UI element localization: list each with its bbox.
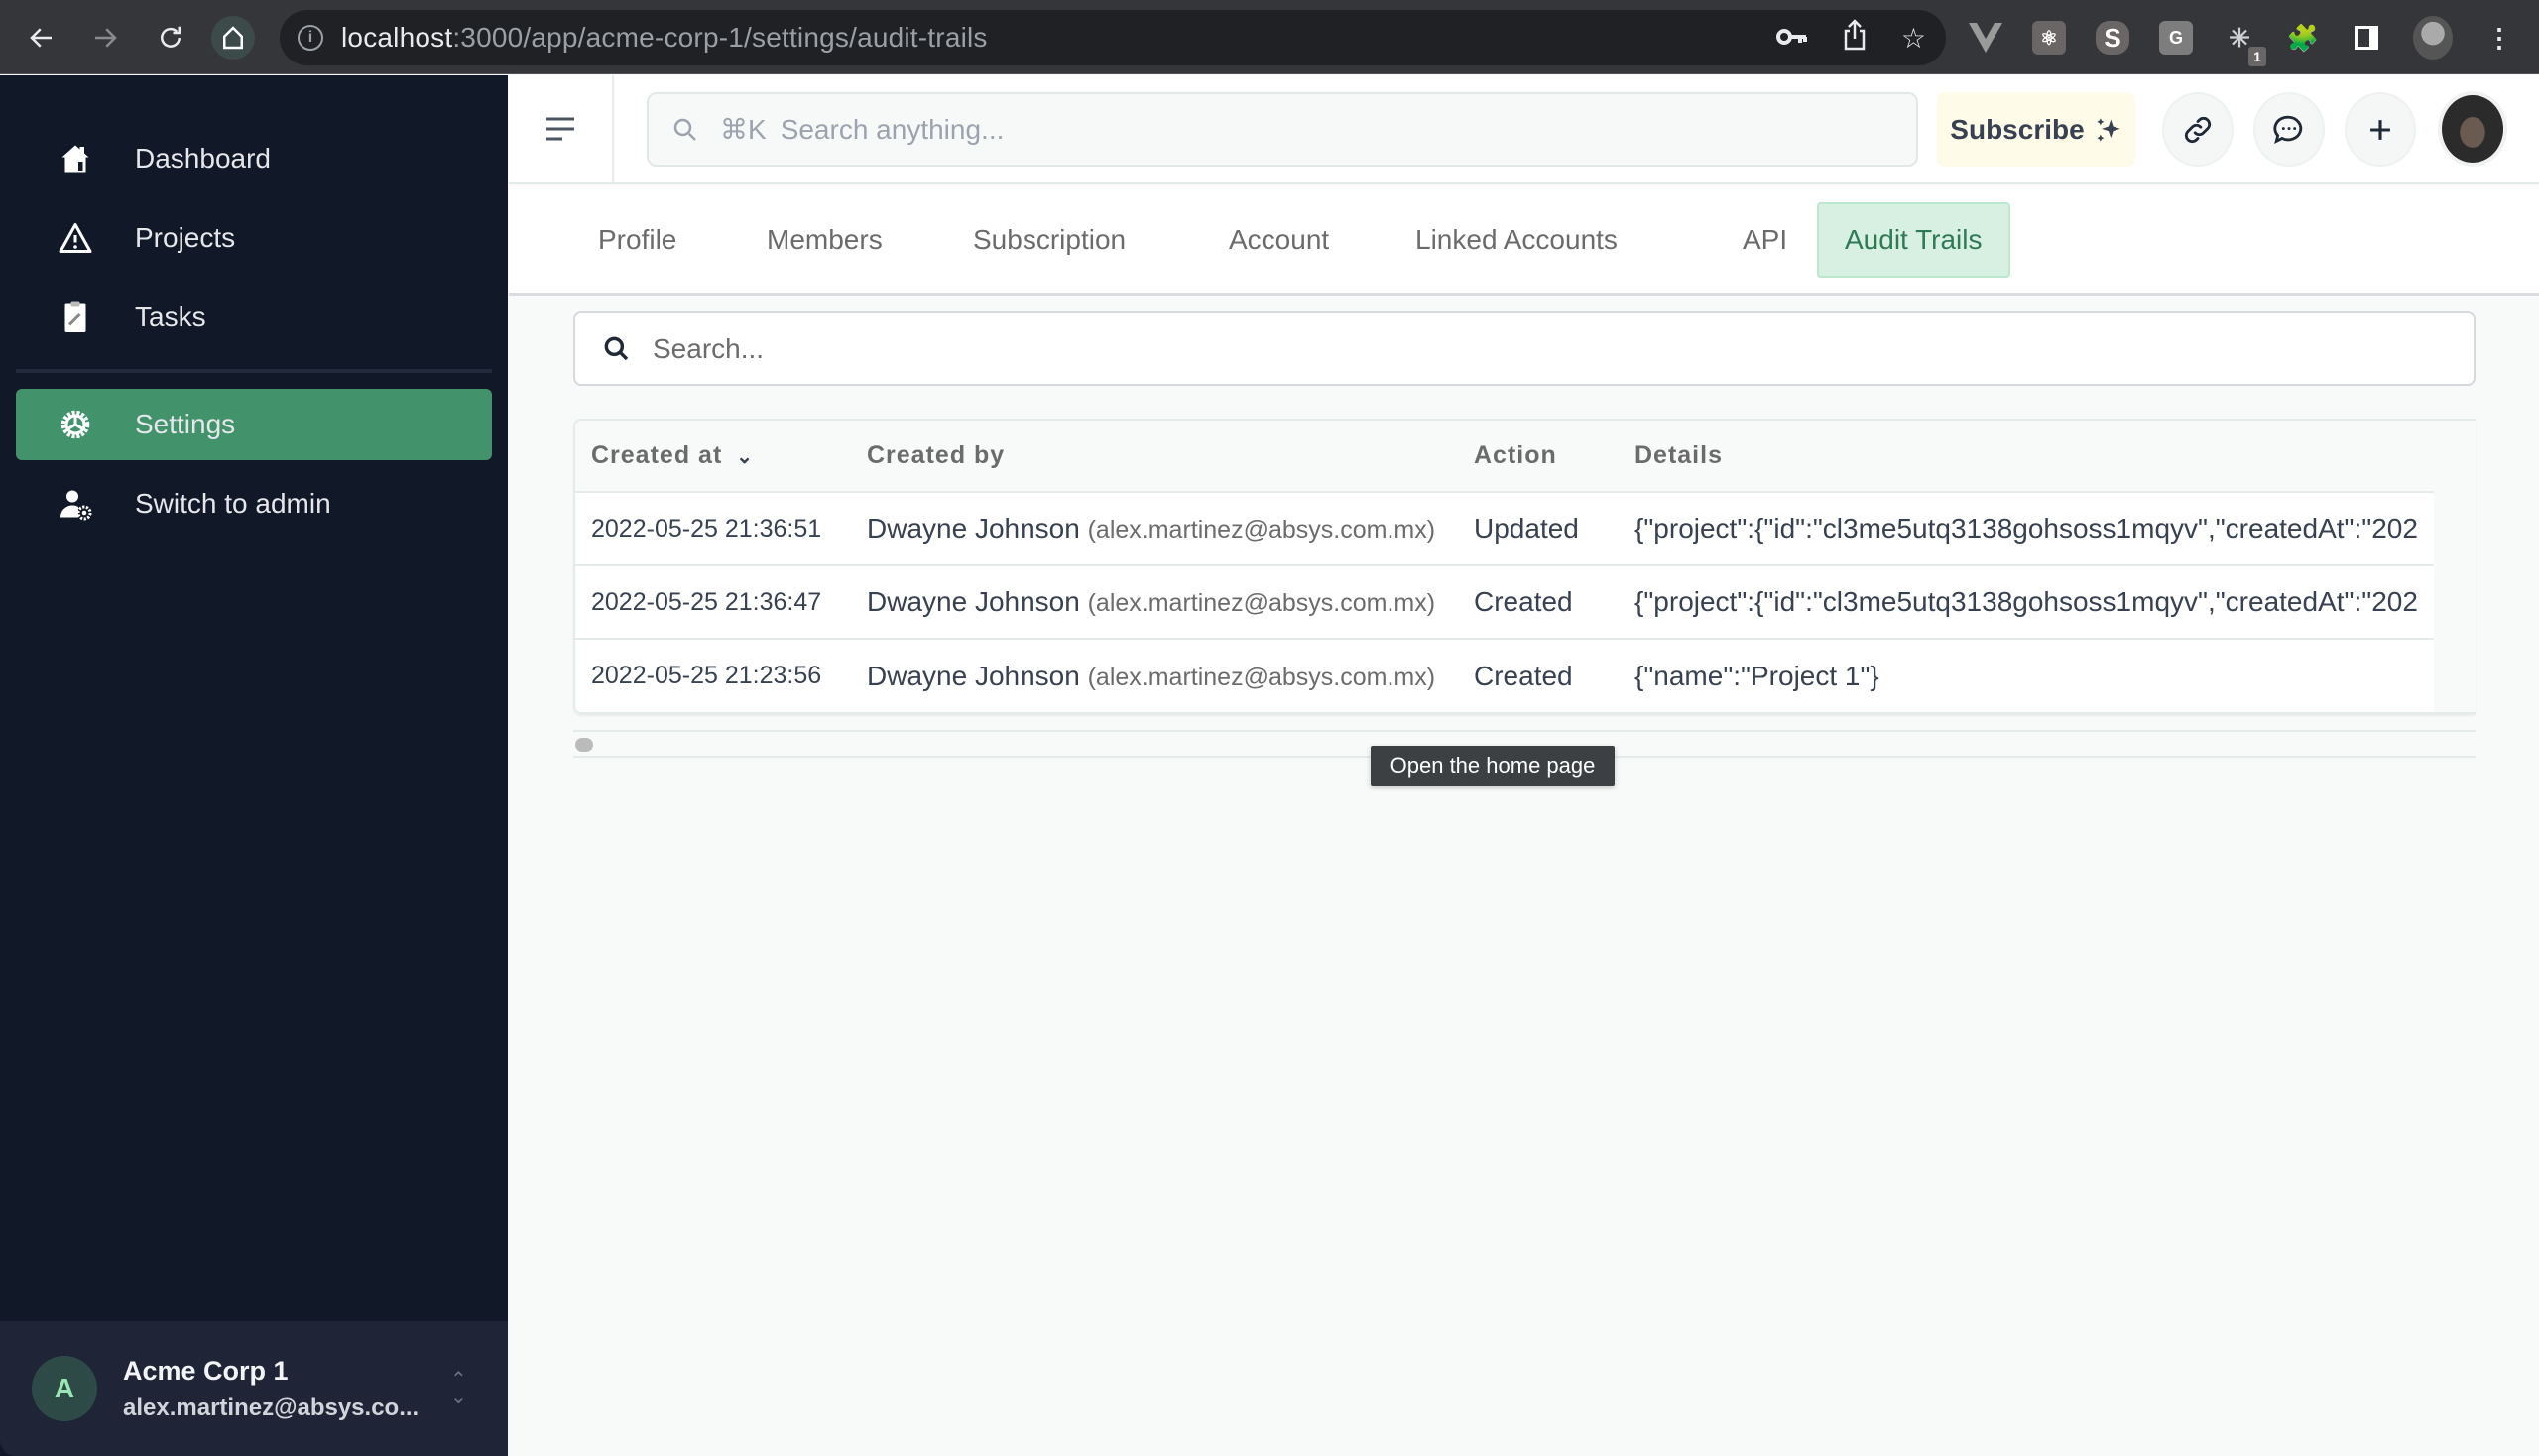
- add-button[interactable]: [2345, 92, 2416, 167]
- subscribe-button[interactable]: Subscribe: [1937, 92, 2135, 167]
- sidebar-item-label: Settings: [135, 409, 236, 439]
- sidebar-item-switch-to-admin[interactable]: Switch to admin: [16, 468, 492, 540]
- account-email: alex.martinez@absys.co...: [123, 1394, 420, 1421]
- user-gear-icon: [16, 486, 135, 522]
- search-shortcut: ⌘K: [720, 114, 767, 145]
- chevron-up-down-icon: ⌃ ⌄: [450, 1369, 467, 1408]
- arrow-right-icon: [95, 28, 117, 48]
- subscribe-label: Subscribe: [1950, 113, 2085, 145]
- plus-icon: [2370, 119, 2390, 140]
- loader-extension-icon[interactable]: ✳ 1: [2223, 21, 2266, 66]
- audit-trails-table: Created at ⌄ Created by Action Details 20…: [573, 419, 2476, 714]
- extensions-puzzle-icon[interactable]: 🧩: [2286, 21, 2320, 55]
- clipboard-icon: [16, 300, 135, 335]
- settings-tabs: Profile Members Subscription Account Lin…: [509, 186, 2539, 296]
- table-row[interactable]: 2022-05-25 21:36:47 Dwayne Johnson (alex…: [575, 565, 2434, 639]
- sidebar-item-label: Projects: [135, 222, 236, 253]
- column-header-created-at[interactable]: Created at ⌄: [575, 421, 851, 492]
- sidebar-toggle-button[interactable]: [509, 75, 614, 182]
- search-icon: [604, 336, 629, 360]
- cell-created-at: 2022-05-25 21:36:47: [591, 587, 822, 616]
- sidebar-item-settings[interactable]: Settings: [16, 389, 492, 460]
- tooltip: Open the home page: [1371, 746, 1615, 786]
- tab-linked-accounts[interactable]: Linked Accounts: [1390, 202, 1643, 278]
- sidebar-item-projects[interactable]: Projects: [16, 202, 492, 274]
- tab-api[interactable]: API: [1717, 202, 1813, 278]
- cell-created-at: 2022-05-25 21:23:56: [591, 662, 822, 689]
- reload-icon: [161, 26, 181, 48]
- reload-button[interactable]: [149, 16, 192, 60]
- search-placeholder: Search anything...: [780, 113, 1005, 145]
- chevron-down-icon[interactable]: ⌄: [736, 444, 754, 469]
- cell-created-by: Dwayne Johnson (alex.martinez@absys.com.…: [867, 513, 1436, 544]
- cell-details: {"name":"Project 1"}: [1634, 660, 1879, 691]
- gear-icon: [16, 407, 135, 442]
- chat-button[interactable]: [2253, 92, 2325, 167]
- audit-search-field[interactable]: [573, 311, 2476, 386]
- cell-action: Updated: [1474, 513, 1579, 544]
- audit-search-input[interactable]: [653, 332, 2339, 365]
- url-text: localhost:3000/app/acme-corp-1/settings/…: [341, 22, 988, 53]
- home-outline-icon: [223, 26, 243, 50]
- sidebar-item-tasks[interactable]: Tasks: [16, 282, 492, 353]
- side-panel-icon[interactable]: [2350, 21, 2383, 55]
- forward-button[interactable]: [83, 16, 127, 60]
- cell-details: {"project":{"id":"cl3me5utq3138gohsoss1m…: [1634, 513, 2418, 544]
- share-icon[interactable]: [1842, 18, 1868, 58]
- browser-toolbar: i localhost:3000/app/acme-corp-1/setting…: [0, 0, 2539, 74]
- sidebar: Dashboard Projects Tasks Settings Switch…: [0, 75, 508, 1456]
- sidebar-item-label: Tasks: [135, 302, 206, 332]
- bookmark-star-icon[interactable]: ☆: [1901, 22, 1926, 55]
- scrollbar-thumb[interactable]: [575, 738, 593, 752]
- extension-badge: 1: [2248, 47, 2266, 66]
- menu-icon: [546, 117, 574, 141]
- account-name: Acme Corp 1: [123, 1355, 289, 1386]
- tab-account[interactable]: Account: [1203, 202, 1355, 278]
- app-header: ⌘K Search anything... Subscribe: [509, 75, 2539, 184]
- tab-profile[interactable]: Profile: [572, 202, 702, 278]
- browser-profile-avatar[interactable]: [2413, 16, 2453, 60]
- cell-action: Created: [1474, 660, 1573, 691]
- address-bar[interactable]: i localhost:3000/app/acme-corp-1/setting…: [280, 10, 1946, 65]
- vue-devtools-extension-icon[interactable]: [1969, 21, 2002, 55]
- cell-created-by: Dwayne Johnson (alex.martinez@absys.com.…: [867, 586, 1436, 617]
- tab-members[interactable]: Members: [741, 202, 908, 278]
- browser-menu-icon[interactable]: ⋮: [2482, 21, 2516, 55]
- column-header-details[interactable]: Details: [1619, 421, 2434, 492]
- account-switcher[interactable]: A Acme Corp 1 alex.martinez@absys.co... …: [0, 1321, 508, 1456]
- copy-link-button[interactable]: [2162, 92, 2234, 167]
- table-row[interactable]: 2022-05-25 21:36:51 Dwayne Johnson (alex…: [575, 492, 2434, 565]
- back-button[interactable]: [20, 16, 63, 60]
- cell-created-by: Dwayne Johnson (alex.martinez@absys.com.…: [867, 660, 1436, 691]
- home-icon: [16, 141, 135, 177]
- sidebar-item-dashboard[interactable]: Dashboard: [16, 123, 492, 194]
- warning-triangle-icon: [16, 220, 135, 256]
- cell-details: {"project":{"id":"cl3me5utq3138gohsoss1m…: [1634, 586, 2418, 617]
- sidebar-item-label: Dashboard: [135, 143, 271, 174]
- sparkles-icon: [2097, 117, 2120, 142]
- chat-bubble-icon: [2273, 115, 2303, 144]
- column-header-created-by[interactable]: Created by: [851, 421, 1458, 492]
- table-row[interactable]: 2022-05-25 21:23:56 Dwayne Johnson (alex…: [575, 639, 2434, 712]
- column-header-action[interactable]: Action: [1458, 421, 1619, 492]
- sidebar-item-label: Switch to admin: [135, 488, 331, 519]
- react-devtools-extension-icon[interactable]: ⚛: [2032, 21, 2066, 55]
- site-info-icon[interactable]: i: [298, 25, 323, 51]
- tab-audit-trails[interactable]: Audit Trails: [1817, 202, 2010, 278]
- svelte-extension-icon[interactable]: S: [2096, 21, 2129, 55]
- table-header-row: Created at ⌄ Created by Action Details: [575, 421, 2434, 492]
- home-button[interactable]: [211, 16, 255, 60]
- cell-action: Created: [1474, 586, 1573, 617]
- arrow-left-icon: [30, 28, 52, 48]
- link-icon: [2184, 116, 2212, 143]
- key-icon[interactable]: [1775, 22, 1808, 54]
- account-avatar: A: [32, 1356, 97, 1421]
- user-avatar[interactable]: [2438, 91, 2507, 167]
- cell-created-at: 2022-05-25 21:36:51: [591, 514, 822, 543]
- tab-subscription[interactable]: Subscription: [947, 202, 1151, 278]
- sidebar-divider: [16, 369, 492, 373]
- search-icon: [673, 118, 696, 141]
- translate-extension-icon[interactable]: G: [2159, 21, 2193, 55]
- global-search-input[interactable]: ⌘K Search anything...: [647, 92, 1918, 167]
